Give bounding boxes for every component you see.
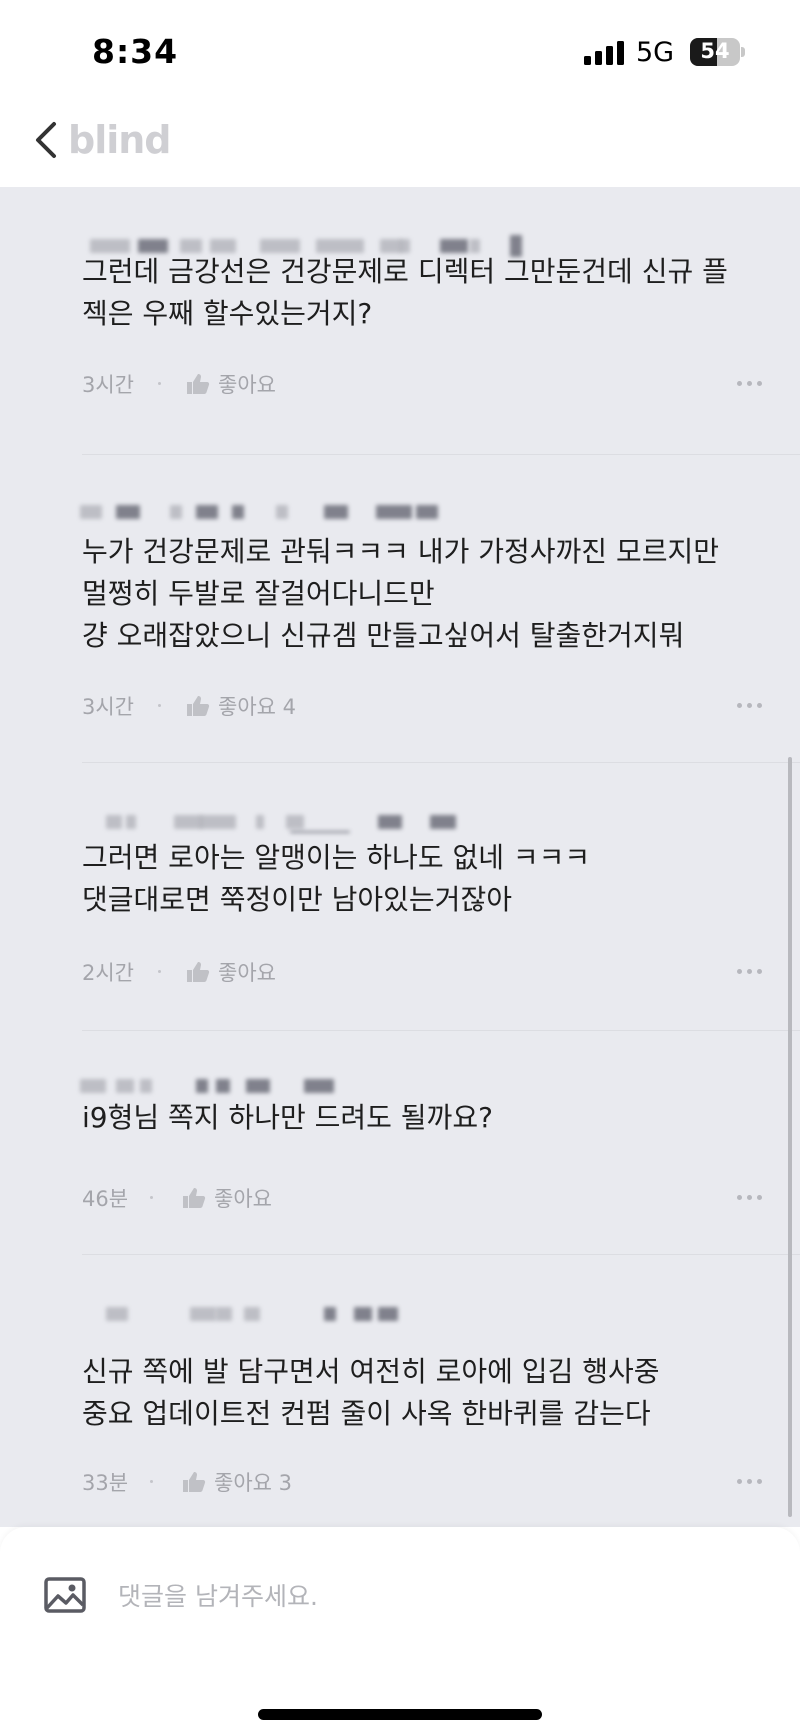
app-logo: blind: [68, 118, 172, 162]
dot-separator: [158, 970, 161, 973]
like-button[interactable]: 좋아요: [182, 1183, 272, 1213]
comment-text: 그러면 로아는 알맹이는 하나도 없네 ㅋㅋㅋ 댓글대로면 쭉정이만 남아있는거…: [82, 841, 591, 916]
comment-meta: 46분 좋아요: [82, 1183, 762, 1213]
more-options-icon[interactable]: [737, 703, 762, 708]
thumbs-up-icon: [183, 1188, 206, 1208]
thumbs-up-icon: [187, 696, 210, 716]
comment-input-bar: [0, 1527, 800, 1730]
comment-author-redacted: [80, 807, 520, 837]
battery-tip: [741, 47, 745, 57]
like-label: 좋아요: [218, 961, 276, 985]
comment-item: 그런데 금강선은 건강문제로 디렉터 그만둔건데 신규 플 젝은 우째 할수있는…: [0, 187, 800, 455]
more-options-icon[interactable]: [737, 969, 762, 974]
app-header: blind: [0, 100, 800, 187]
dot-separator: [158, 382, 161, 385]
dot-separator: [150, 1480, 153, 1483]
comment-item: 그러면 로아는 알맹이는 하나도 없네 ㅋㅋㅋ 댓글대로면 쭉정이만 남아있는거…: [0, 763, 800, 1031]
scrollbar[interactable]: [788, 757, 792, 1517]
comment-input[interactable]: [116, 1573, 760, 1619]
like-button[interactable]: 좋아요 4: [186, 691, 296, 721]
dot-separator: [150, 1196, 153, 1199]
comment-text: i9형님 쪽지 하나만 드려도 될까요?: [82, 1101, 493, 1134]
comment-meta: 3시간 좋아요: [82, 369, 762, 399]
status-time: 8:34: [92, 32, 179, 71]
more-options-icon[interactable]: [737, 1479, 762, 1484]
network-type: 5G: [636, 37, 675, 68]
like-button[interactable]: 좋아요: [186, 957, 276, 987]
battery-percent: 54: [700, 39, 730, 63]
comment-list[interactable]: 그런데 금강선은 건강문제로 디렉터 그만둔건데 신규 플 젝은 우째 할수있는…: [0, 187, 800, 1527]
like-button[interactable]: 좋아요 3: [182, 1467, 292, 1497]
comment-time: 2시간: [82, 961, 135, 985]
comment-item: 누가 건강문제로 관둬ㅋㅋㅋ 내가 가정사까진 모르지만 멀쩡히 두발로 잘걸어…: [0, 455, 800, 763]
comment-text: 신규 쪽에 발 담구면서 여전히 로아에 입김 행사중 중요 업데이트전 컨펌 …: [82, 1355, 660, 1430]
like-label: 좋아요 4: [218, 695, 296, 719]
comment-meta: 2시간 좋아요: [82, 957, 762, 987]
comment-author-redacted: [80, 497, 520, 527]
comment-text: 누가 건강문제로 관둬ㅋㅋㅋ 내가 가정사까진 모르지만 멀쩡히 두발로 잘걸어…: [82, 535, 719, 652]
comment-author-redacted: [80, 1299, 520, 1329]
image-icon[interactable]: [44, 1577, 86, 1613]
comment-item: 신규 쪽에 발 담구면서 여전히 로아에 입김 행사중 중요 업데이트전 컨펌 …: [0, 1255, 800, 1527]
status-bar: 8:34 5G 54: [0, 0, 800, 100]
more-options-icon[interactable]: [737, 381, 762, 386]
comment-meta: 3시간 좋아요 4: [82, 691, 762, 721]
thumbs-up-icon: [187, 962, 210, 982]
home-indicator: [258, 1709, 542, 1720]
comment-item: i9형님 쪽지 하나만 드려도 될까요? 46분 좋아요: [0, 1031, 800, 1255]
signal-icon: [584, 41, 624, 65]
battery-icon: 54: [690, 38, 740, 66]
more-options-icon[interactable]: [737, 1195, 762, 1200]
thumbs-up-icon: [183, 1472, 206, 1492]
chevron-left-icon[interactable]: [28, 118, 68, 162]
like-label: 좋아요: [214, 1187, 272, 1211]
thumbs-up-icon: [187, 374, 210, 394]
comment-time: 46분: [82, 1187, 129, 1211]
like-button[interactable]: 좋아요: [186, 369, 276, 399]
like-label: 좋아요 3: [214, 1471, 292, 1495]
dot-separator: [158, 704, 161, 707]
comment-time: 3시간: [82, 373, 135, 397]
comment-time: 33분: [82, 1471, 129, 1495]
comment-meta: 33분 좋아요 3: [82, 1467, 762, 1497]
like-label: 좋아요: [218, 373, 276, 397]
comment-text: 그런데 금강선은 건강문제로 디렉터 그만둔건데 신규 플 젝은 우째 할수있는…: [82, 255, 728, 330]
comment-time: 3시간: [82, 695, 135, 719]
